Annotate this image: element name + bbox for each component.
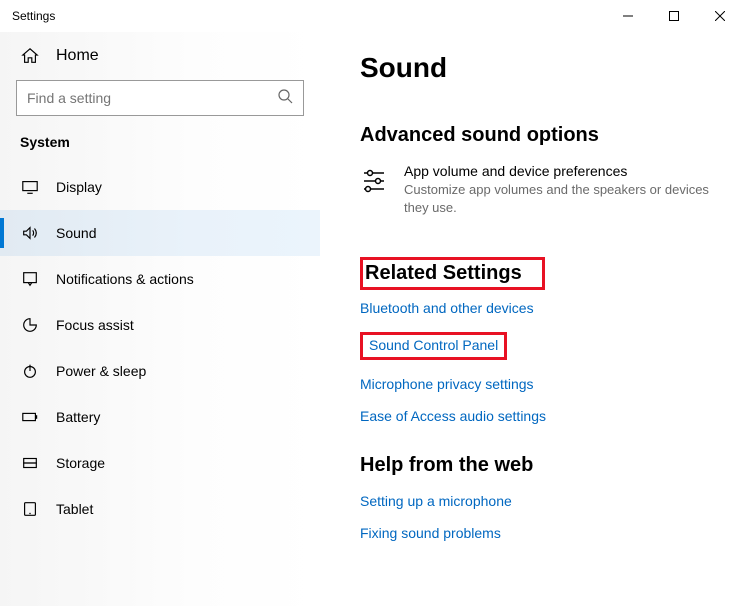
advanced-heading: Advanced sound options bbox=[360, 124, 719, 147]
close-button[interactable] bbox=[697, 0, 743, 32]
nav-label: Focus assist bbox=[56, 317, 134, 333]
home-icon bbox=[20, 46, 40, 66]
focus-icon bbox=[20, 315, 40, 335]
storage-icon bbox=[20, 453, 40, 473]
link-fix-sound[interactable]: Fixing sound problems bbox=[360, 525, 719, 541]
tablet-icon bbox=[20, 499, 40, 519]
home-nav[interactable]: Home bbox=[0, 32, 320, 80]
search-box[interactable] bbox=[16, 80, 304, 116]
sound-icon bbox=[20, 223, 40, 243]
highlight-box: Sound Control Panel bbox=[360, 332, 507, 360]
sidebar-item-storage[interactable]: Storage bbox=[0, 440, 320, 486]
minimize-icon bbox=[623, 11, 633, 21]
sidebar-item-power[interactable]: Power & sleep bbox=[0, 348, 320, 394]
pref-desc: Customize app volumes and the speakers o… bbox=[404, 181, 719, 217]
sidebar: Home System Display Sound Notifications … bbox=[0, 32, 320, 606]
nav-label: Tablet bbox=[56, 501, 93, 517]
link-sound-control-panel[interactable]: Sound Control Panel bbox=[369, 337, 498, 353]
app-volume-pref[interactable]: App volume and device preferences Custom… bbox=[360, 163, 719, 217]
sidebar-item-tablet[interactable]: Tablet bbox=[0, 486, 320, 532]
display-icon bbox=[20, 177, 40, 197]
close-icon bbox=[715, 11, 725, 21]
minimize-button[interactable] bbox=[605, 0, 651, 32]
nav-label: Notifications & actions bbox=[56, 271, 194, 287]
link-ease-access[interactable]: Ease of Access audio settings bbox=[360, 408, 719, 424]
power-icon bbox=[20, 361, 40, 381]
sidebar-item-sound[interactable]: Sound bbox=[0, 210, 320, 256]
nav-label: Power & sleep bbox=[56, 363, 146, 379]
window-title: Settings bbox=[12, 9, 55, 23]
sidebar-item-battery[interactable]: Battery bbox=[0, 394, 320, 440]
sidebar-item-display[interactable]: Display bbox=[0, 164, 320, 210]
nav-label: Display bbox=[56, 179, 102, 195]
search-icon bbox=[277, 88, 293, 109]
battery-icon bbox=[20, 407, 40, 427]
search-input[interactable] bbox=[27, 90, 277, 106]
notifications-icon bbox=[20, 269, 40, 289]
link-setup-mic[interactable]: Setting up a microphone bbox=[360, 493, 719, 509]
link-bluetooth[interactable]: Bluetooth and other devices bbox=[360, 300, 719, 316]
page-title: Sound bbox=[360, 52, 719, 84]
content: Sound Advanced sound options App volume … bbox=[320, 32, 743, 606]
home-label: Home bbox=[56, 47, 99, 65]
section-label: System bbox=[0, 134, 320, 164]
nav-label: Sound bbox=[56, 225, 96, 241]
window-controls bbox=[605, 0, 743, 32]
help-heading: Help from the web bbox=[360, 454, 719, 477]
sliders-icon bbox=[360, 165, 388, 193]
nav-label: Storage bbox=[56, 455, 105, 471]
sidebar-item-focus[interactable]: Focus assist bbox=[0, 302, 320, 348]
link-mic-privacy[interactable]: Microphone privacy settings bbox=[360, 376, 719, 392]
sidebar-item-notifications[interactable]: Notifications & actions bbox=[0, 256, 320, 302]
pref-title: App volume and device preferences bbox=[404, 163, 719, 179]
related-heading: Related Settings bbox=[365, 262, 522, 285]
highlight-box: Related Settings bbox=[360, 257, 545, 290]
titlebar: Settings bbox=[0, 0, 743, 32]
nav-label: Battery bbox=[56, 409, 100, 425]
maximize-icon bbox=[669, 11, 679, 21]
maximize-button[interactable] bbox=[651, 0, 697, 32]
